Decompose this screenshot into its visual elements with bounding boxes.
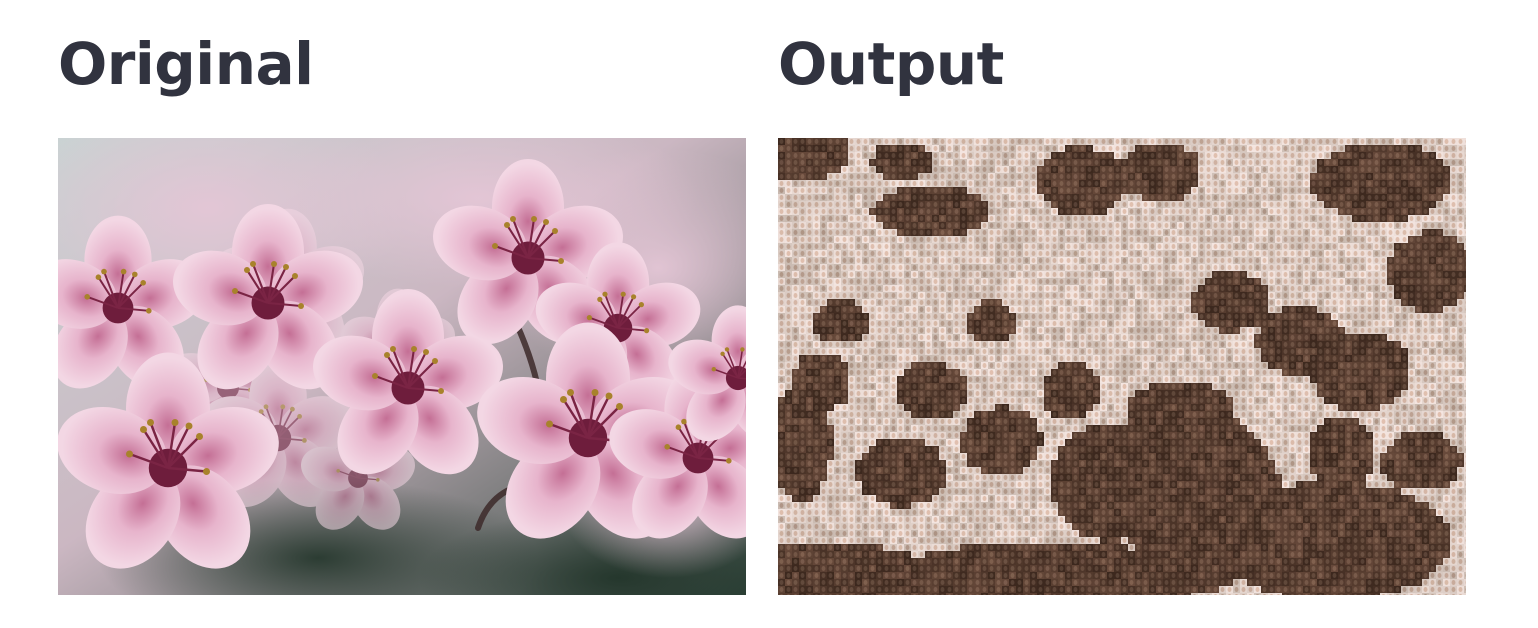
output-mosaic-image	[778, 138, 1466, 595]
original-image	[58, 138, 746, 595]
original-heading: Original	[58, 30, 314, 98]
output-heading: Output	[778, 30, 1004, 98]
